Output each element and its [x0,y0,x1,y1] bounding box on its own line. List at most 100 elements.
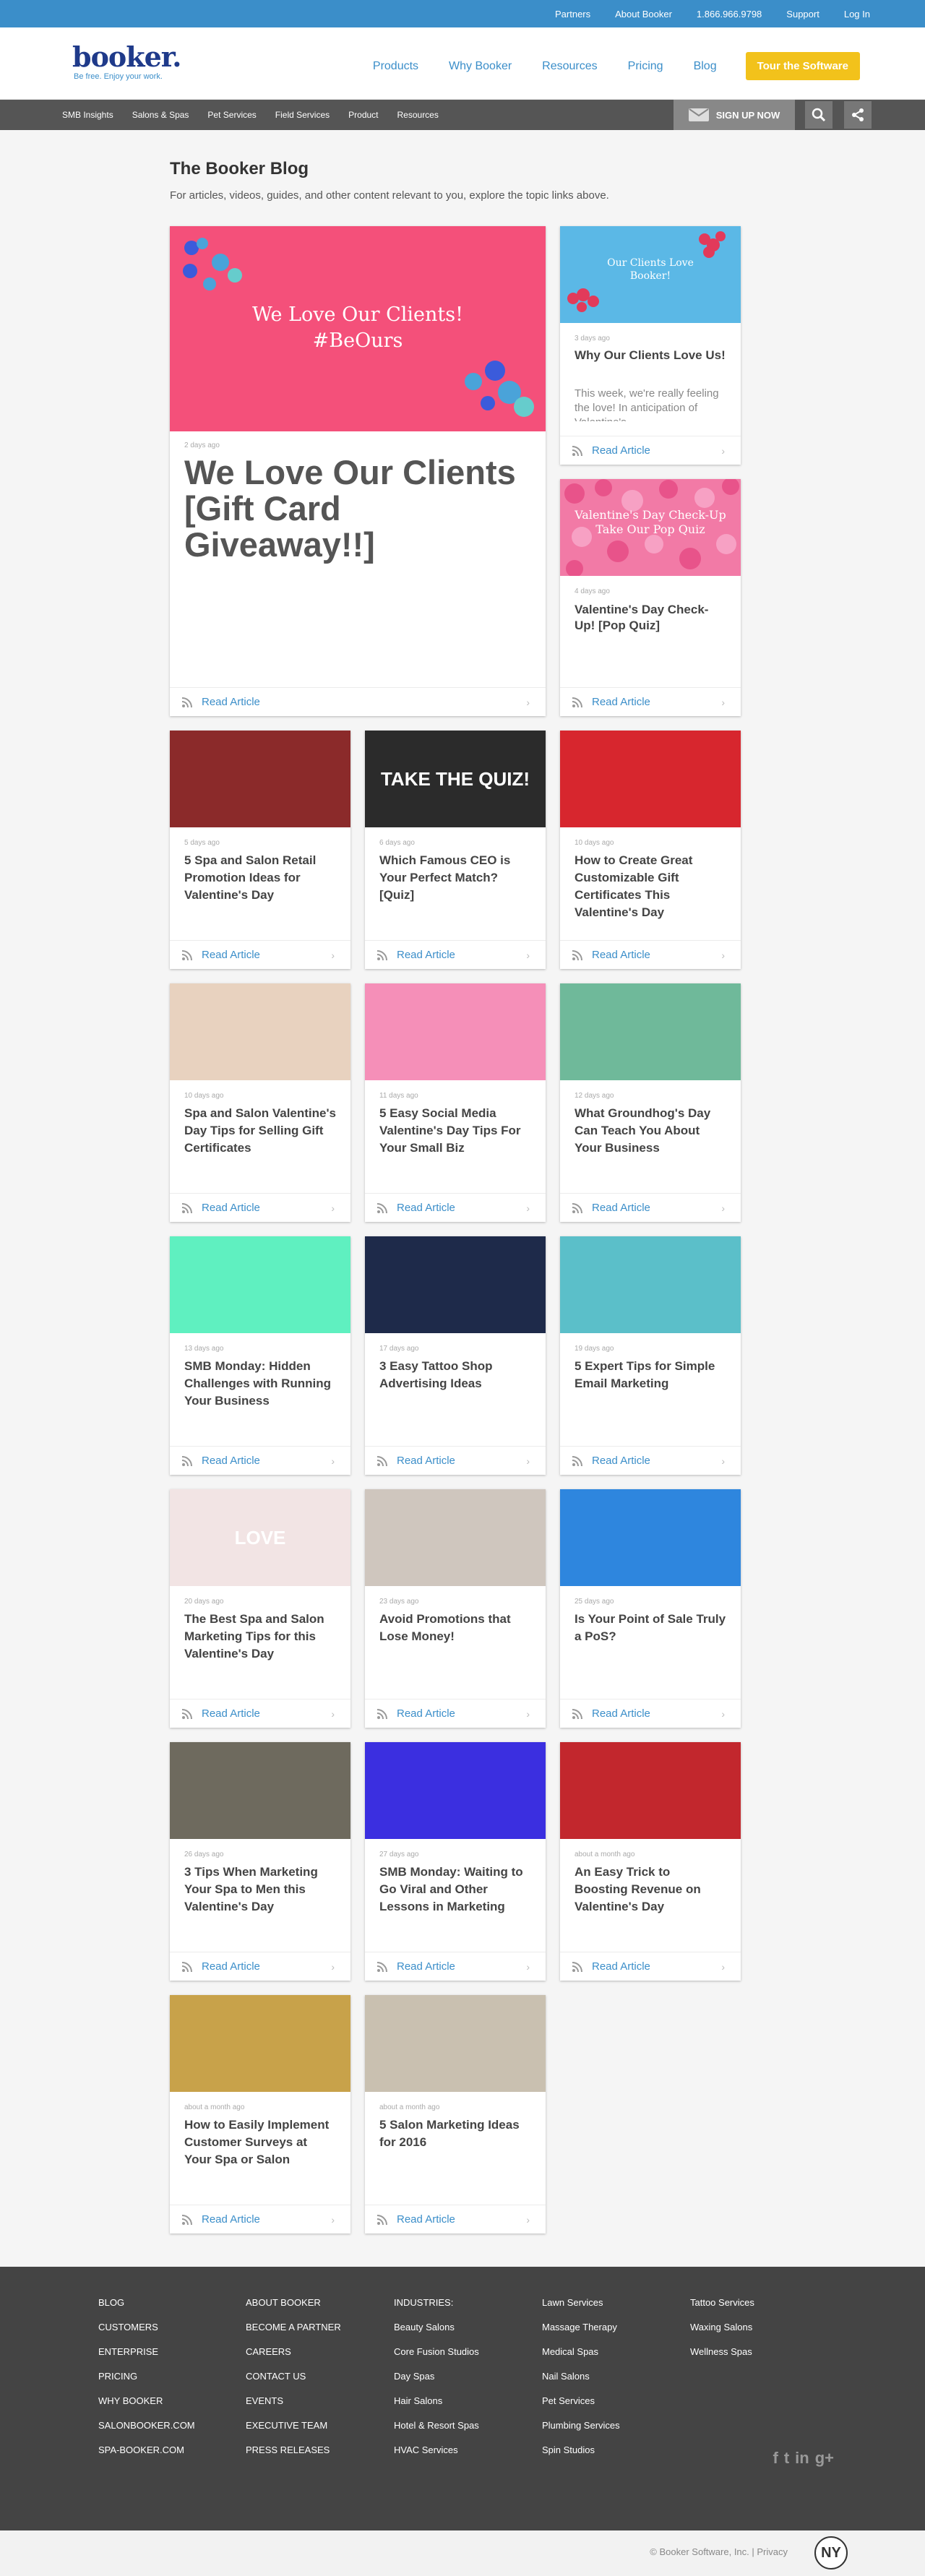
about-link[interactable]: About Booker [615,9,672,20]
support-link[interactable]: Support [786,9,819,20]
post-title[interactable]: Which Famous CEO is Your Perfect Match? … [379,852,531,904]
read-article-link[interactable]: Read Article › [170,1699,350,1728]
read-article-link[interactable]: Read Article › [560,1699,741,1728]
post-title[interactable]: 3 Tips When Marketing Your Spa to Men th… [184,1864,336,1916]
footer-link[interactable]: Core Fusion Studios [394,2345,479,2369]
read-article-link[interactable]: Read Article › [560,1952,741,1981]
cat-salons-spas[interactable]: Salons & Spas [132,110,189,120]
footer-link[interactable]: Massage Therapy [542,2320,620,2345]
read-article-link[interactable]: Read Article › [365,1193,546,1222]
post-card[interactable]: 10 days ago How to Create Great Customiza… [560,731,741,969]
phone-link[interactable]: 1.866.966.9798 [697,9,762,20]
footer-link[interactable]: EVENTS [246,2394,341,2418]
cat-product[interactable]: Product [348,110,378,120]
facebook-icon[interactable]: f [773,2449,778,2468]
read-article-link[interactable]: Read Article › [170,2205,350,2233]
post-title[interactable]: How to Easily Implement Customer Surveys… [184,2116,336,2168]
copyright[interactable]: © Booker Software, Inc. | Privacy [650,2546,788,2557]
footer-link[interactable]: WHY BOOKER [98,2394,195,2418]
cat-smb-insights[interactable]: SMB Insights [62,110,113,120]
footer-link[interactable]: HVAC Services [394,2443,479,2468]
read-article-link[interactable]: Read Article › [560,940,741,969]
read-article-link[interactable]: Read Article › [560,687,741,716]
read-article-link[interactable]: Read Article › [365,1952,546,1981]
made-in-ny-badge[interactable]: NY [814,2536,848,2569]
signup-button[interactable]: SIGN UP NOW [674,100,795,130]
footer-link[interactable]: SPA-BOOKER.COM [98,2443,195,2468]
read-article-link[interactable]: Read Article › [170,1952,350,1981]
post-card[interactable]: TAKE THE QUIZ! 6 days ago Which Famous CEO… [365,731,546,969]
footer-link[interactable]: Nail Salons [542,2369,620,2394]
footer-link[interactable]: ABOUT BOOKER [246,2296,341,2320]
read-article-link[interactable]: Read Article › [170,940,350,969]
footer-link[interactable]: Hotel & Resort Spas [394,2418,479,2443]
footer-link[interactable]: CONTACT US [246,2369,341,2394]
footer-link[interactable]: Wellness Spas [690,2345,754,2369]
twitter-icon[interactable]: t [784,2449,789,2468]
nav-products[interactable]: Products [373,60,418,73]
footer-link[interactable]: Lawn Services [542,2296,620,2320]
post-card[interactable]: 17 days ago 3 Easy Tattoo Shop Advertisin… [365,1236,546,1475]
post-title[interactable]: SMB Monday: Waiting to Go Viral and Othe… [379,1864,531,1916]
post-title[interactable]: The Best Spa and Salon Marketing Tips fo… [184,1611,336,1663]
read-article-link[interactable]: Read Article › [170,1446,350,1475]
read-article-link[interactable]: Read Article › [365,1446,546,1475]
read-article-link[interactable]: Read Article › [560,436,741,465]
post-title[interactable]: 5 Expert Tips for Simple Email Marketing [575,1358,726,1392]
footer-link[interactable]: Beauty Salons [394,2320,479,2345]
post-title[interactable]: 5 Easy Social Media Valentine's Day Tips… [379,1105,531,1157]
nav-why-booker[interactable]: Why Booker [449,60,512,73]
nav-resources[interactable]: Resources [542,60,597,73]
featured-card[interactable]: We Love Our Clients! #BeOurs 2 days ago … [170,226,546,716]
cat-resources[interactable]: Resources [397,110,439,120]
post-title[interactable]: 5 Spa and Salon Retail Promotion Ideas f… [184,852,336,904]
login-link[interactable]: Log In [844,9,870,20]
post-title[interactable]: What Groundhog's Day Can Teach You About… [575,1105,726,1157]
post-card[interactable]: LOVE 20 days ago The Best Spa and Salon Ma… [170,1489,350,1728]
nav-blog[interactable]: Blog [694,60,717,73]
footer-link[interactable]: CAREERS [246,2345,341,2369]
search-button[interactable] [805,101,832,129]
footer-link[interactable]: ENTERPRISE [98,2345,195,2369]
post-title[interactable]: How to Create Great Customizable Gift Ce… [575,852,726,921]
footer-link[interactable]: Plumbing Services [542,2418,620,2443]
read-article-link[interactable]: Read Article › [365,940,546,969]
post-card[interactable]: 10 days ago Spa and Salon Valentine's Day… [170,983,350,1222]
logo[interactable]: booker. Be free. Enjoy your work. [72,43,182,82]
share-button[interactable] [844,101,872,129]
cat-pet-services[interactable]: Pet Services [207,110,256,120]
post-card[interactable]: about a month ago How to Easily Implement… [170,1995,350,2233]
nav-pricing[interactable]: Pricing [628,60,663,73]
post-title[interactable]: Avoid Promotions that Lose Money! [379,1611,531,1645]
post-title[interactable]: Is Your Point of Sale Truly a PoS? [575,1611,726,1645]
footer-link[interactable]: Waxing Salons [690,2320,754,2345]
post-title[interactable]: 3 Easy Tattoo Shop Advertising Ideas [379,1358,531,1392]
post-card[interactable]: 27 days ago SMB Monday: Waiting to Go Vir… [365,1742,546,1981]
post-card[interactable]: 5 days ago 5 Spa and Salon Retail Promoti… [170,731,350,969]
footer-link[interactable]: PRICING [98,2369,195,2394]
footer-link[interactable]: Medical Spas [542,2345,620,2369]
side-card[interactable]: Our Clients Love Booker! 3 days ago Why … [560,226,741,465]
post-card[interactable]: 23 days ago Avoid Promotions that Lose Mo… [365,1489,546,1728]
post-card[interactable]: 11 days ago 5 Easy Social Media Valentine… [365,983,546,1222]
post-card[interactable]: 19 days ago 5 Expert Tips for Simple Emai… [560,1236,741,1475]
read-article-link[interactable]: Read Article › [365,2205,546,2233]
footer-link[interactable]: Pet Services [542,2394,620,2418]
post-card[interactable]: 12 days ago What Groundhog's Day Can Teac… [560,983,741,1222]
footer-link[interactable]: Day Spas [394,2369,479,2394]
footer-link[interactable]: Tattoo Services [690,2296,754,2320]
read-article-link[interactable]: Read Article › [365,1699,546,1728]
post-card[interactable]: 26 days ago 3 Tips When Marketing Your Sp… [170,1742,350,1981]
post-title[interactable]: SMB Monday: Hidden Challenges with Runni… [184,1358,336,1410]
footer-link[interactable]: EXECUTIVE TEAM [246,2418,341,2443]
cat-field-services[interactable]: Field Services [275,110,330,120]
footer-link[interactable]: BLOG [98,2296,195,2320]
post-title[interactable]: Why Our Clients Love Us! [575,348,726,363]
post-title[interactable]: 5 Salon Marketing Ideas for 2016 [379,2116,531,2151]
post-card[interactable]: about a month ago An Easy Trick to Boosti… [560,1742,741,1981]
read-article-link[interactable]: Read Article › [560,1193,741,1222]
featured-title[interactable]: We Love Our Clients [Gift Card Giveaway!… [184,455,531,563]
partners-link[interactable]: Partners [555,9,590,20]
footer-link[interactable]: CUSTOMERS [98,2320,195,2345]
post-card[interactable]: 13 days ago SMB Monday: Hidden Challenges… [170,1236,350,1475]
